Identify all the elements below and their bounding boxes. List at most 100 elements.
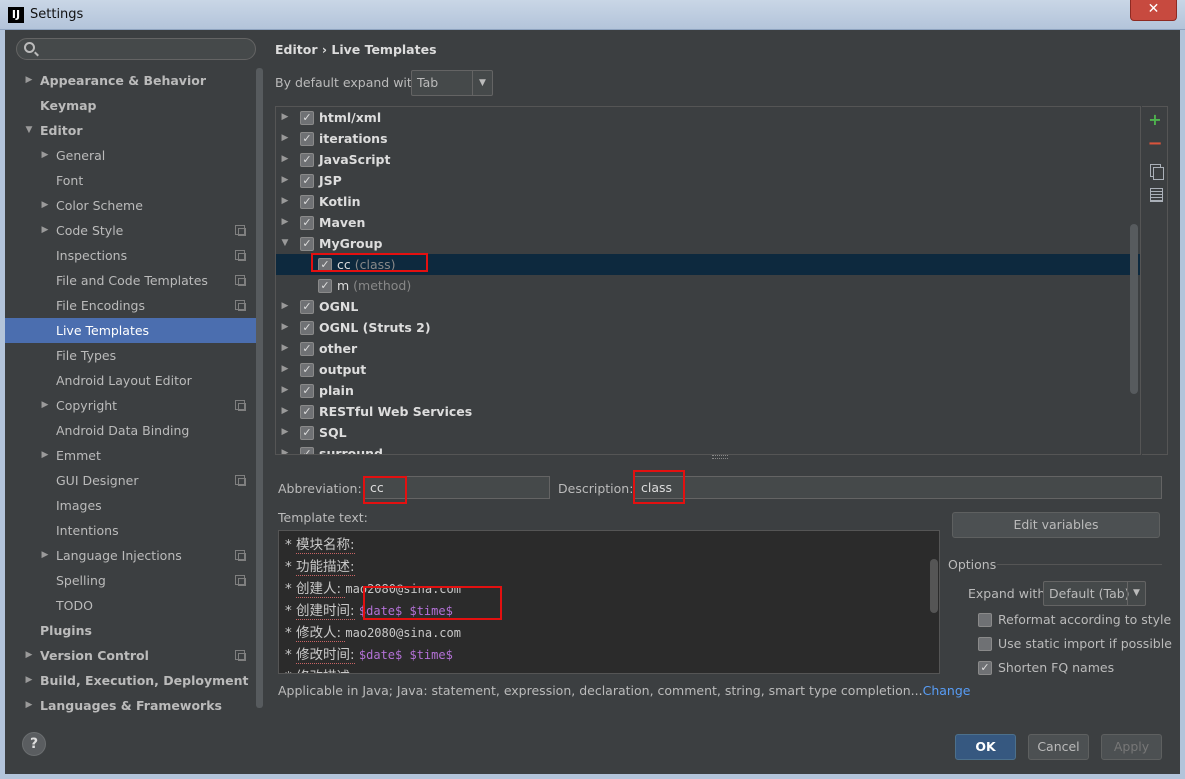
sidebar-item-images[interactable]: Images xyxy=(5,493,263,518)
collapsed-arrow-icon[interactable]: ▶ xyxy=(280,359,290,380)
expanded-arrow-icon[interactable]: ▼ xyxy=(280,233,290,254)
sidebar-item-build-execution-deployment[interactable]: ▶ Build, Execution, Deployment xyxy=(5,668,263,693)
template-group-row[interactable]: ▶ ✓ iterations xyxy=(276,128,1140,149)
sidebar-item-emmet[interactable]: ▶ Emmet xyxy=(5,443,263,468)
collapsed-arrow-icon[interactable]: ▶ xyxy=(39,193,51,218)
collapsed-arrow-icon[interactable]: ▶ xyxy=(280,317,290,338)
collapsed-arrow-icon[interactable]: ▶ xyxy=(280,422,290,443)
sidebar-item-android-layout-editor[interactable]: Android Layout Editor xyxy=(5,368,263,393)
option-checkbox[interactable] xyxy=(978,613,992,627)
collapsed-arrow-icon[interactable]: ▶ xyxy=(280,107,290,128)
template-checkbox[interactable]: ✓ xyxy=(300,111,314,125)
abbreviation-input[interactable]: cc xyxy=(363,476,550,499)
sidebar-item-plugins[interactable]: Plugins xyxy=(5,618,263,643)
template-checkbox[interactable]: ✓ xyxy=(300,447,314,454)
template-group-row[interactable]: ▶ ✓ html/xml xyxy=(276,107,1140,128)
collapsed-arrow-icon[interactable]: ▶ xyxy=(23,68,35,93)
collapsed-arrow-icon[interactable]: ▶ xyxy=(39,218,51,243)
sidebar-item-languages-frameworks[interactable]: ▶ Languages & Frameworks xyxy=(5,693,263,718)
collapsed-arrow-icon[interactable]: ▶ xyxy=(39,543,51,568)
collapsed-arrow-icon[interactable]: ▶ xyxy=(280,443,290,454)
collapsed-arrow-icon[interactable]: ▶ xyxy=(23,668,35,693)
sidebar-item-file-and-code-templates[interactable]: File and Code Templates xyxy=(5,268,263,293)
sidebar-item-appearance-behavior[interactable]: ▶ Appearance & Behavior xyxy=(5,68,263,93)
sidebar-item-spelling[interactable]: Spelling xyxy=(5,568,263,593)
collapsed-arrow-icon[interactable]: ▶ xyxy=(280,170,290,191)
sidebar-item-intentions[interactable]: Intentions xyxy=(5,518,263,543)
template-checkbox[interactable]: ✓ xyxy=(300,384,314,398)
collapsed-arrow-icon[interactable]: ▶ xyxy=(39,393,51,418)
template-settings-icon[interactable] xyxy=(1146,185,1164,203)
expanded-arrow-icon[interactable]: ▼ xyxy=(23,118,35,143)
template-group-row[interactable]: ▶ ✓ Kotlin xyxy=(276,191,1140,212)
sidebar-item-copyright[interactable]: ▶ Copyright xyxy=(5,393,263,418)
add-icon[interactable]: + xyxy=(1146,111,1164,129)
collapsed-arrow-icon[interactable]: ▶ xyxy=(39,443,51,468)
template-text-editor[interactable]: * 修改描述:* 修改时间: $date$ $time$* 修改人: mao20… xyxy=(278,530,940,674)
ok-button[interactable]: OK xyxy=(955,734,1016,760)
sidebar-item-gui-designer[interactable]: GUI Designer xyxy=(5,468,263,493)
sidebar-item-android-data-binding[interactable]: Android Data Binding xyxy=(5,418,263,443)
template-checkbox[interactable]: ✓ xyxy=(318,279,332,293)
template-group-row[interactable]: ▼ ✓ MyGroup xyxy=(276,233,1140,254)
close-button[interactable]: ✕ xyxy=(1130,0,1177,21)
template-group-row[interactable]: ▶ ✓ plain xyxy=(276,380,1140,401)
change-link[interactable]: Change xyxy=(923,683,971,698)
split-handle[interactable] xyxy=(712,455,728,459)
collapsed-arrow-icon[interactable]: ▶ xyxy=(23,693,35,718)
template-checkbox[interactable]: ✓ xyxy=(300,321,314,335)
collapsed-arrow-icon[interactable]: ▶ xyxy=(280,212,290,233)
edit-variables-button[interactable]: Edit variables xyxy=(952,512,1160,538)
template-checkbox[interactable]: ✓ xyxy=(300,195,314,209)
template-group-row[interactable]: ▶ ✓ surround xyxy=(276,443,1140,454)
description-input[interactable]: class xyxy=(634,476,1162,499)
sidebar-item-live-templates[interactable]: Live Templates xyxy=(5,318,263,343)
sidebar-item-file-encodings[interactable]: File Encodings xyxy=(5,293,263,318)
collapsed-arrow-icon[interactable]: ▶ xyxy=(280,338,290,359)
template-checkbox[interactable]: ✓ xyxy=(300,153,314,167)
sidebar-item-color-scheme[interactable]: ▶ Color Scheme xyxy=(5,193,263,218)
sidebar-item-inspections[interactable]: Inspections xyxy=(5,243,263,268)
collapsed-arrow-icon[interactable]: ▶ xyxy=(280,128,290,149)
template-group-row[interactable]: ▶ ✓ JSP xyxy=(276,170,1140,191)
option-checkbox[interactable] xyxy=(978,637,992,651)
default-expand-select[interactable]: Tab ▼ xyxy=(411,70,493,96)
copy-icon[interactable] xyxy=(1146,161,1164,180)
cancel-button[interactable]: Cancel xyxy=(1028,734,1089,760)
option-checkbox[interactable]: ✓ xyxy=(978,661,992,675)
collapsed-arrow-icon[interactable]: ▶ xyxy=(280,191,290,212)
template-row[interactable]: ✓ cc (class) xyxy=(276,254,1140,275)
expand-with-select[interactable]: Default (Tab) ▼ xyxy=(1043,581,1146,606)
sidebar-item-code-style[interactable]: ▶ Code Style xyxy=(5,218,263,243)
template-checkbox[interactable]: ✓ xyxy=(300,216,314,230)
template-checkbox[interactable]: ✓ xyxy=(300,426,314,440)
collapsed-arrow-icon[interactable]: ▶ xyxy=(280,401,290,422)
search-input[interactable] xyxy=(16,38,256,60)
template-group-row[interactable]: ▶ ✓ OGNL xyxy=(276,296,1140,317)
template-checkbox[interactable]: ✓ xyxy=(318,258,332,272)
template-group-row[interactable]: ▶ ✓ Maven xyxy=(276,212,1140,233)
help-button[interactable]: ? xyxy=(22,732,46,756)
sidebar-item-todo[interactable]: TODO xyxy=(5,593,263,618)
sidebar-item-version-control[interactable]: ▶ Version Control xyxy=(5,643,263,668)
sidebar-item-font[interactable]: Font xyxy=(5,168,263,193)
collapsed-arrow-icon[interactable]: ▶ xyxy=(280,296,290,317)
template-checkbox[interactable]: ✓ xyxy=(300,405,314,419)
template-checkbox[interactable]: ✓ xyxy=(300,132,314,146)
collapsed-arrow-icon[interactable]: ▶ xyxy=(280,380,290,401)
template-group-row[interactable]: ▶ ✓ other xyxy=(276,338,1140,359)
collapsed-arrow-icon[interactable]: ▶ xyxy=(280,149,290,170)
sidebar-item-editor[interactable]: ▼ Editor xyxy=(5,118,263,143)
template-row[interactable]: ✓ m (method) xyxy=(276,275,1140,296)
sidebar-item-language-injections[interactable]: ▶ Language Injections xyxy=(5,543,263,568)
template-checkbox[interactable]: ✓ xyxy=(300,342,314,356)
template-checkbox[interactable]: ✓ xyxy=(300,237,314,251)
template-group-row[interactable]: ▶ ✓ SQL xyxy=(276,422,1140,443)
templates-scrollbar[interactable] xyxy=(1130,224,1138,394)
collapsed-arrow-icon[interactable]: ▶ xyxy=(39,143,51,168)
editor-scrollbar[interactable] xyxy=(930,559,938,613)
template-checkbox[interactable]: ✓ xyxy=(300,300,314,314)
remove-icon[interactable]: − xyxy=(1146,135,1164,153)
sidebar-item-file-types[interactable]: File Types xyxy=(5,343,263,368)
template-checkbox[interactable]: ✓ xyxy=(300,363,314,377)
